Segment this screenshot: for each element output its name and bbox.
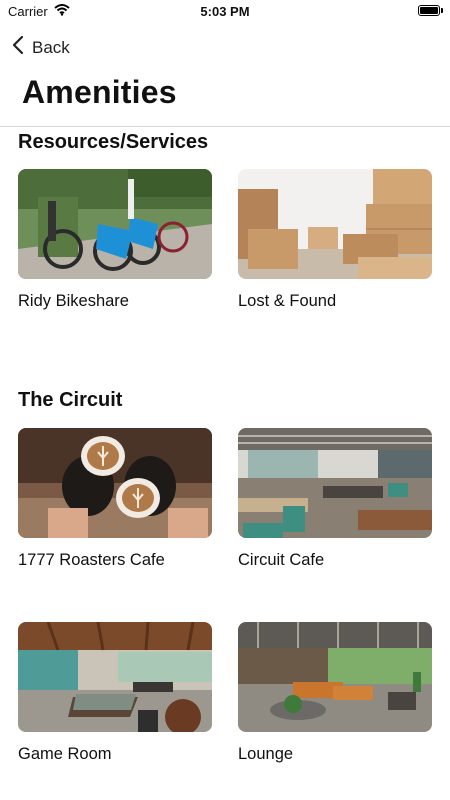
status-bar: Carrier 5:03 PM bbox=[0, 0, 450, 24]
amenity-label: Circuit Cafe bbox=[238, 551, 325, 569]
amenities-list[interactable]: Resources/Services Ridy Bikeshare Lost &… bbox=[0, 127, 450, 800]
page-title: Amenities bbox=[22, 74, 177, 110]
amenity-tile-circuit-cafe[interactable]: Circuit Cafe bbox=[238, 428, 432, 570]
amenity-label: Ridy Bikeshare bbox=[18, 292, 129, 310]
bikeshare-image bbox=[18, 169, 212, 279]
lost-found-image bbox=[238, 169, 432, 279]
game-room-image bbox=[18, 622, 212, 732]
amenity-tile-lounge[interactable]: Lounge bbox=[238, 622, 432, 764]
lounge-image bbox=[238, 622, 432, 732]
section-title-circuit: The Circuit bbox=[18, 389, 123, 411]
clock: 5:03 PM bbox=[200, 4, 250, 19]
roasters-cafe-image bbox=[18, 428, 212, 538]
amenity-label: 1777 Roasters Cafe bbox=[18, 551, 165, 569]
amenity-tile-bikeshare[interactable]: Ridy Bikeshare bbox=[18, 169, 212, 311]
back-button[interactable]: Back bbox=[12, 35, 70, 60]
amenity-tile-lost-found[interactable]: Lost & Found bbox=[238, 169, 432, 311]
circuit-cafe-image bbox=[238, 428, 432, 538]
section-title-resources: Resources/Services bbox=[18, 131, 209, 153]
amenity-label: Lost & Found bbox=[238, 292, 337, 310]
chevron-left-icon bbox=[12, 35, 24, 60]
amenity-label: Game Room bbox=[18, 745, 112, 763]
amenity-label: Lounge bbox=[238, 745, 294, 763]
amenity-tile-game-room[interactable]: Game Room bbox=[18, 622, 212, 764]
amenity-tile-roasters-cafe[interactable]: 1777 Roasters Cafe bbox=[18, 428, 212, 570]
battery-icon bbox=[418, 5, 443, 16]
back-label: Back bbox=[32, 37, 70, 57]
